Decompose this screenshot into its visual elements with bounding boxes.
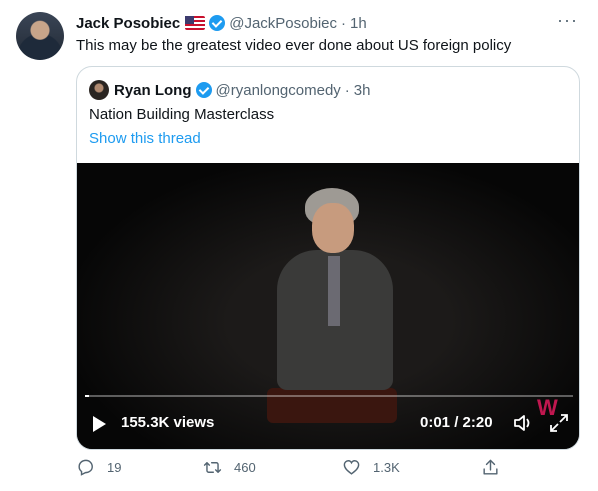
share-button[interactable] [481, 458, 512, 477]
expand-icon[interactable] [549, 413, 569, 433]
verified-badge-icon [209, 15, 226, 31]
reply-button[interactable]: 19 [76, 458, 121, 477]
like-count: 1.3K [373, 460, 400, 475]
share-icon [483, 459, 498, 475]
show-thread-link[interactable]: Show this thread [89, 130, 201, 147]
retweet-count: 460 [234, 460, 256, 475]
tweet-text: This may be the greatest video ever done… [76, 37, 512, 54]
quoted-tweet[interactable]: Ryan Long @ryanlongcomedy · 3h Nation Bu… [76, 66, 580, 450]
video-player[interactable]: W 155.3K views 0:01 / 2:20 [77, 163, 579, 449]
author-handle[interactable]: @JackPosobiec [229, 15, 337, 32]
video-controls: 155.3K views 0:01 / 2:20 [77, 403, 579, 443]
video-progress-bar[interactable] [85, 395, 573, 397]
video-views: 155.3K views [121, 414, 215, 431]
like-icon [343, 460, 360, 475]
volume-icon[interactable] [513, 413, 535, 433]
reply-icon [78, 459, 93, 476]
tweet-header: Jack Posobiec @JackPosobiec · 1h ··· [76, 10, 578, 34]
quoted-avatar [89, 80, 109, 100]
tweet-actions: 19 460 1.3K [76, 458, 580, 484]
play-icon[interactable] [93, 416, 106, 432]
reply-count: 19 [107, 460, 122, 475]
separator-dot: · [341, 14, 347, 32]
video-person [262, 188, 422, 423]
quoted-header: Ryan Long @ryanlongcomedy · 3h [89, 79, 370, 101]
quoted-author-handle: @ryanlongcomedy [215, 81, 341, 99]
video-time: 0:01 / 2:20 [420, 414, 493, 431]
author-name[interactable]: Jack Posobiec [76, 15, 180, 32]
more-icon[interactable]: ··· [557, 10, 578, 31]
tweet-time[interactable]: 1h [350, 15, 367, 32]
us-flag-icon [185, 16, 206, 30]
like-button[interactable]: 1.3K [342, 458, 400, 477]
retweet-button[interactable]: 460 [203, 458, 256, 477]
quoted-text: Nation Building Masterclass [89, 106, 275, 123]
verified-badge-icon [195, 82, 212, 98]
separator-dot: · [344, 81, 350, 99]
quoted-time: 3h [353, 81, 371, 99]
video-person-face [312, 203, 354, 253]
video-person-tie [328, 256, 340, 326]
quoted-author-name: Ryan Long [114, 81, 192, 99]
video-progress-fill [85, 395, 90, 397]
author-avatar[interactable] [16, 12, 64, 60]
retweet-icon [203, 462, 222, 473]
